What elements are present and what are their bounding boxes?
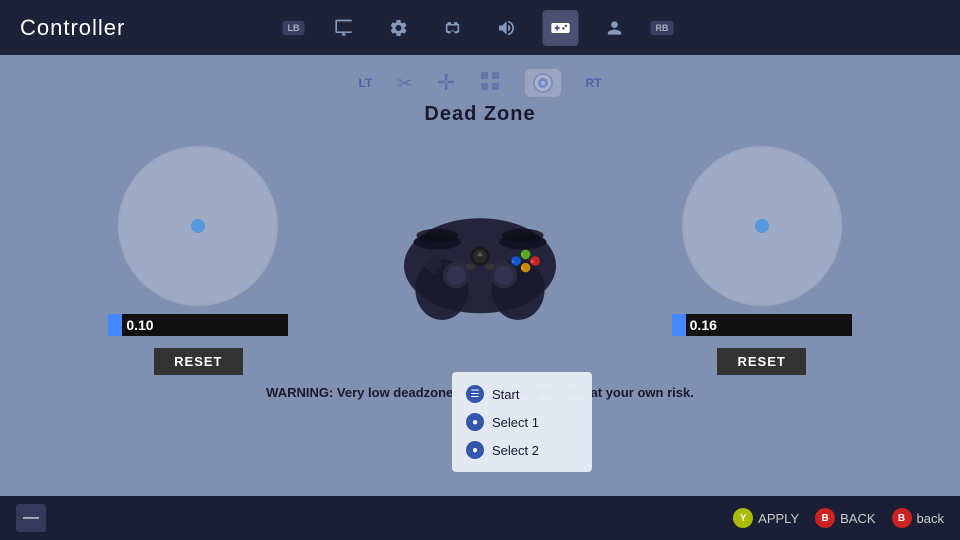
move-subtab[interactable]: ✛ [437,70,455,96]
scissors-subtab[interactable]: ✂ [396,71,413,96]
right-value-indicator [672,314,686,336]
page-title: Controller [20,15,125,41]
svg-text:B: B [530,258,534,264]
dropdown-item-select2[interactable]: ● Select 2 [452,436,592,464]
subtab-bar: LT ✂ ✛ RT [359,69,602,97]
left-stick-section: 0.10 RESET [108,146,288,375]
bottom-right: Y APPLY B BACK B back [733,508,944,528]
start-label: Start [492,387,519,402]
monitor-icon[interactable] [327,10,363,46]
main-content: LT ✂ ✛ RT Dead Zone [0,55,960,540]
gear-icon[interactable] [381,10,417,46]
gamepad-config-icon[interactable] [435,10,471,46]
right-value-text: 0.16 [690,317,717,333]
right-stick-circle [682,146,842,306]
left-reset-button[interactable]: RESET [154,348,242,375]
left-stick-dot [191,219,205,233]
section-title: Dead Zone [424,103,535,126]
back-action-1[interactable]: B BACK [815,508,875,528]
deadzone-area: 0.10 RESET [0,146,960,375]
b-button-1: B [815,508,835,528]
left-value-text: 0.10 [126,317,153,333]
minus-button[interactable]: — [16,504,46,532]
y-button: Y [733,508,753,528]
left-value-indicator [108,314,122,336]
select1-label: Select 1 [492,415,539,430]
controller-svg: Y B X A [385,186,575,336]
minus-label: — [23,509,39,527]
lb-button[interactable]: LB [283,21,305,35]
volume-icon[interactable] [489,10,525,46]
dropdown-popup: ☰ Start ● Select 1 ● Select 2 [452,372,592,472]
header-nav-icons: LB RB [283,10,678,46]
grid-subtab[interactable] [479,70,501,97]
back-action-2[interactable]: B back [892,508,944,528]
back-label-2: back [917,511,944,526]
right-value-bar[interactable]: 0.16 [672,314,852,336]
header: Controller LB RB [0,0,960,55]
right-stick-dot [755,219,769,233]
bottom-bar: — Y APPLY B BACK B back [0,496,960,540]
controller-active-icon[interactable] [543,10,579,46]
left-stick-circle [118,146,278,306]
dropdown-item-select1[interactable]: ● Select 1 [452,408,592,436]
right-reset-button[interactable]: RESET [717,348,805,375]
back-label-1: BACK [840,511,875,526]
profile-icon[interactable] [597,10,633,46]
deadzone-subtab[interactable] [525,69,561,97]
svg-text:A: A [521,265,525,271]
select2-label: Select 2 [492,443,539,458]
b-button-2: B [892,508,912,528]
apply-action[interactable]: Y APPLY [733,508,799,528]
start-icon: ☰ [466,385,484,403]
left-value-bar[interactable]: 0.10 [108,314,288,336]
controller-image: Y B X A [385,186,575,336]
select2-icon: ● [466,441,484,459]
dropdown-item-start[interactable]: ☰ Start [452,380,592,408]
select1-icon: ● [466,413,484,431]
lt-subtab[interactable]: LT [359,76,373,90]
rb-button[interactable]: RB [651,21,674,35]
right-stick-section: 0.16 RESET [672,146,852,375]
bottom-left: — [16,504,46,532]
apply-label: APPLY [758,511,799,526]
rt-subtab[interactable]: RT [585,76,601,90]
